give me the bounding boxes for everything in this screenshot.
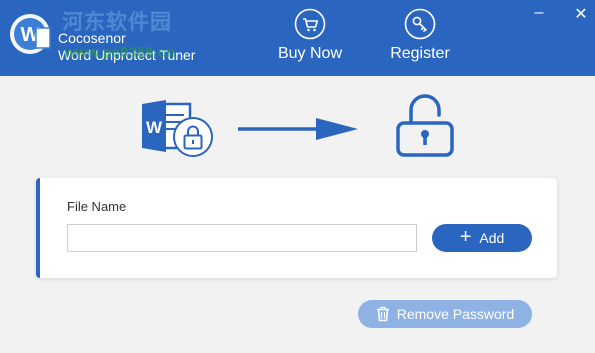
right-arrow-icon [238, 118, 358, 140]
register-label: Register [390, 45, 450, 62]
add-button[interactable]: + Add [432, 224, 532, 252]
title-bar: W 河东软件园 Cocosenor Word Unprotect Tuner w… [0, 0, 595, 76]
word-document-locked-icon: W [142, 100, 213, 157]
close-button[interactable]: ✕ [572, 4, 590, 23]
file-name-label: File Name [67, 199, 127, 214]
file-card: File Name + Add [36, 178, 557, 278]
word-logo-icon: W [10, 14, 51, 54]
minimize-icon: – [534, 4, 544, 21]
unlocked-padlock-icon [396, 94, 454, 157]
file-path-input[interactable] [67, 224, 417, 252]
plus-icon: + [459, 226, 472, 248]
buy-now-label: Buy Now [277, 45, 343, 62]
cart-icon [294, 8, 326, 40]
app-logo: W [4, 8, 64, 68]
trash-icon [376, 306, 389, 322]
key-icon [404, 8, 436, 40]
word-badge: W [146, 118, 163, 137]
close-icon: ✕ [574, 6, 588, 23]
minimize-button[interactable]: – [530, 4, 548, 21]
add-label: Add [479, 230, 505, 246]
remove-password-button[interactable]: Remove Password [358, 300, 532, 328]
buy-now-button[interactable]: Buy Now [270, 6, 350, 66]
remove-password-label: Remove Password [396, 306, 515, 322]
register-button[interactable]: Register [380, 6, 460, 66]
watermark-url: www.pc0359.cn [64, 44, 176, 61]
